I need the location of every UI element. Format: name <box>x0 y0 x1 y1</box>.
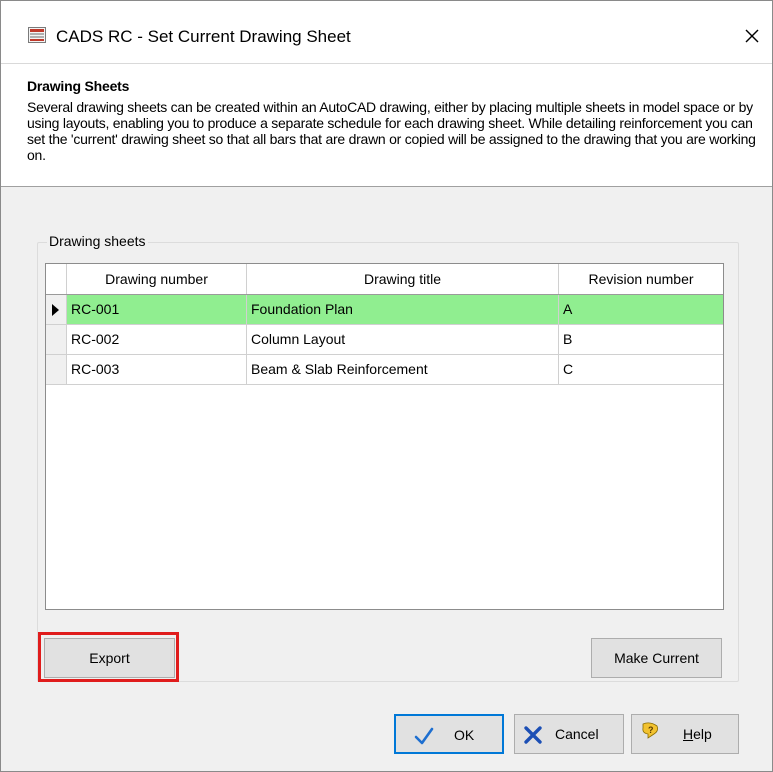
ok-label: OK <box>454 727 475 743</box>
grid-header: Drawing number Drawing title Revision nu… <box>46 264 723 295</box>
help-button[interactable]: ? Help <box>631 714 739 754</box>
window-title: CADS RC - Set Current Drawing Sheet <box>56 27 351 46</box>
grid-corner-cell[interactable] <box>46 264 67 294</box>
row-selector[interactable] <box>46 295 67 324</box>
x-icon <box>524 726 542 744</box>
checkmark-icon <box>414 727 434 745</box>
cell-revision-number[interactable]: A <box>559 295 723 324</box>
make-current-button[interactable]: Make Current <box>591 638 722 678</box>
column-header-drawing-title[interactable]: Drawing title <box>247 264 559 294</box>
cell-drawing-number[interactable]: RC-001 <box>67 295 247 324</box>
cads-app-icon <box>28 27 46 43</box>
help-question-icon: ? <box>642 722 658 739</box>
svg-text:?: ? <box>648 725 654 735</box>
cell-drawing-number[interactable]: RC-003 <box>67 355 247 384</box>
table-row[interactable]: RC-002 Column Layout B <box>46 325 723 355</box>
current-row-arrow-icon <box>52 304 59 316</box>
cancel-label: Cancel <box>555 726 599 742</box>
header-title: Drawing Sheets <box>27 78 130 94</box>
row-selector[interactable] <box>46 355 67 384</box>
row-selector[interactable] <box>46 325 67 354</box>
close-icon[interactable] <box>736 20 768 52</box>
column-header-drawing-number[interactable]: Drawing number <box>67 264 247 294</box>
ok-button[interactable]: OK <box>394 714 504 754</box>
cell-revision-number[interactable]: B <box>559 325 723 354</box>
cell-drawing-number[interactable]: RC-002 <box>67 325 247 354</box>
dialog-window: CADS RC - Set Current Drawing Sheet Draw… <box>0 0 773 772</box>
help-label: Help <box>683 726 712 742</box>
header-description: Several drawing sheets can be created wi… <box>27 99 756 163</box>
cell-revision-number[interactable]: C <box>559 355 723 384</box>
export-highlight-box <box>38 632 179 682</box>
title-bar[interactable]: CADS RC - Set Current Drawing Sheet <box>1 1 772 64</box>
cell-drawing-title[interactable]: Column Layout <box>247 325 559 354</box>
drawing-sheets-grid[interactable]: Drawing number Drawing title Revision nu… <box>45 263 724 610</box>
cell-drawing-title[interactable]: Beam & Slab Reinforcement <box>247 355 559 384</box>
table-row[interactable]: RC-003 Beam & Slab Reinforcement C <box>46 355 723 385</box>
group-legend: Drawing sheets <box>47 233 148 249</box>
cell-drawing-title[interactable]: Foundation Plan <box>247 295 559 324</box>
header-panel: Drawing Sheets Several drawing sheets ca… <box>1 64 772 187</box>
cancel-button[interactable]: Cancel <box>514 714 624 754</box>
column-header-revision-number[interactable]: Revision number <box>559 264 723 294</box>
table-row[interactable]: RC-001 Foundation Plan A <box>46 295 723 325</box>
